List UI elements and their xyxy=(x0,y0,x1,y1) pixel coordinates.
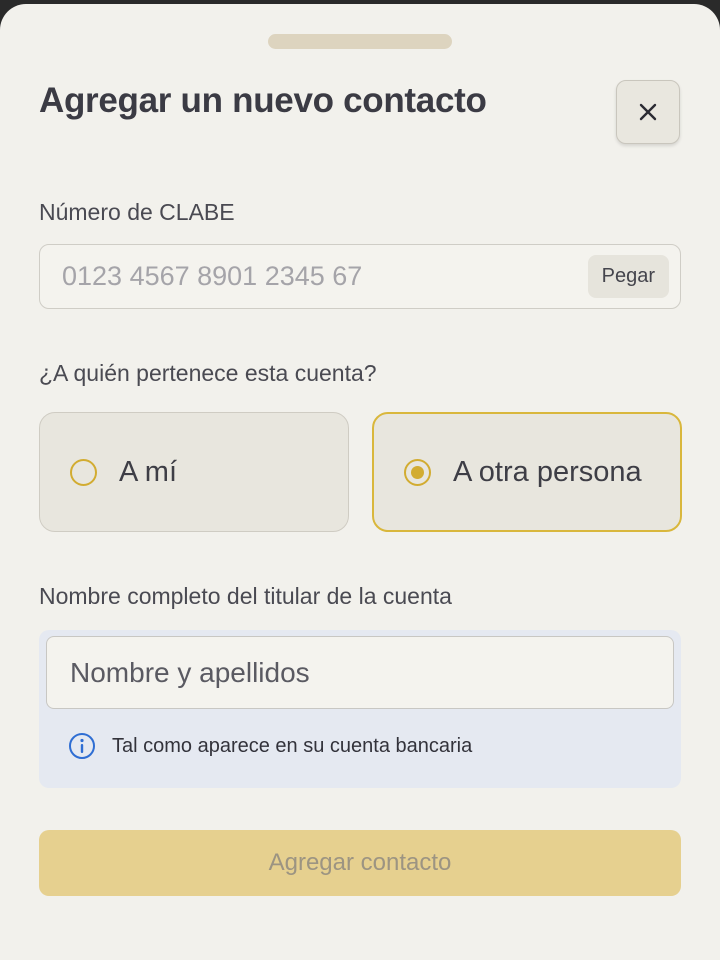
radio-button-selected[interactable] xyxy=(404,458,431,486)
radio-button-unselected[interactable] xyxy=(70,458,97,486)
holder-name-hint: Tal como aparece en su cuenta bancaria xyxy=(68,732,472,760)
paste-button[interactable]: Pegar xyxy=(587,255,669,298)
radio-dot xyxy=(411,465,424,479)
clabe-input[interactable] xyxy=(40,245,560,307)
holder-name-panel: Tal como aparece en su cuenta bancaria xyxy=(39,630,681,788)
close-button[interactable] xyxy=(616,80,680,144)
option-to-me-label: A mí xyxy=(119,455,178,488)
option-to-other-person[interactable]: A otra persona xyxy=(372,412,682,532)
holder-name-input[interactable] xyxy=(46,636,674,709)
add-contact-button[interactable]: Agregar contacto xyxy=(39,830,681,896)
holder-name-label: Nombre completo del titular de la cuenta xyxy=(39,583,452,609)
owner-question-label: ¿A quién pertenece esta cuenta? xyxy=(39,360,377,386)
clabe-label: Número de CLABE xyxy=(39,199,235,225)
info-icon xyxy=(69,733,95,759)
option-to-me[interactable]: A mí xyxy=(39,412,349,532)
holder-name-hint-text: Tal como aparece en su cuenta bancaria xyxy=(112,734,473,757)
option-to-other-person-label: A otra persona xyxy=(453,455,642,488)
add-contact-sheet: Agregar un nuevo contacto Número de CLAB… xyxy=(0,4,720,960)
clabe-field: Pegar xyxy=(39,244,681,309)
modal-title: Agregar un nuevo contacto xyxy=(39,81,487,120)
sheet-grabber[interactable] xyxy=(268,34,452,49)
close-icon xyxy=(639,103,657,121)
